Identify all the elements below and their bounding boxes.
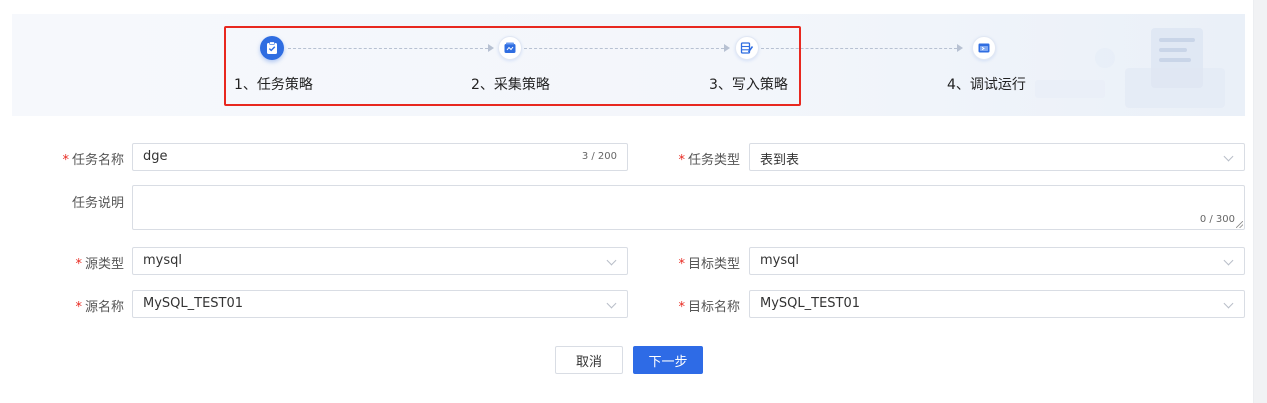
target-type-select[interactable]: mysql xyxy=(749,247,1245,275)
chevron-down-icon xyxy=(606,298,617,309)
target-type-label: * 目标类型 xyxy=(678,257,740,272)
steps-highlight-box xyxy=(224,26,801,106)
source-name-label: * 源名称 xyxy=(75,300,124,315)
source-type-label: * 源类型 xyxy=(75,257,124,272)
arrow-right-icon xyxy=(957,44,963,52)
task-type-select[interactable]: 表到表 xyxy=(749,143,1245,171)
banner-illustration xyxy=(1035,28,1225,108)
chevron-down-icon xyxy=(606,255,617,266)
target-name-select[interactable]: MySQL_TEST01 xyxy=(749,290,1245,318)
step-label-4[interactable]: 4、调试运行 xyxy=(947,74,1026,94)
debug-run-icon[interactable] xyxy=(972,36,996,60)
task-name-counter: 3 / 200 xyxy=(581,151,617,162)
task-name-value: dge xyxy=(143,149,168,164)
task-desc-counter: 0 / 300 xyxy=(1199,214,1235,225)
task-desc-textarea[interactable]: 0 / 300 xyxy=(132,185,1245,230)
task-type-value: 表到表 xyxy=(760,153,800,168)
task-name-label: * 任务名称 xyxy=(62,153,124,168)
task-type-label: * 任务类型 xyxy=(678,153,740,168)
chevron-down-icon xyxy=(1223,255,1234,266)
source-type-value: mysql xyxy=(143,253,182,268)
target-type-value: mysql xyxy=(760,253,799,268)
cancel-button[interactable]: 取消 xyxy=(555,346,623,374)
resize-handle-icon[interactable] xyxy=(1236,221,1243,228)
source-type-select[interactable]: mysql xyxy=(132,247,628,275)
chevron-down-icon xyxy=(1223,298,1234,309)
target-name-label: * 目标名称 xyxy=(678,300,740,315)
next-step-button[interactable]: 下一步 xyxy=(633,346,703,374)
target-name-value: MySQL_TEST01 xyxy=(760,296,861,311)
task-desc-label: 任务说明 xyxy=(71,196,124,211)
task-name-input[interactable]: dge 3 / 200 xyxy=(132,143,628,171)
chevron-down-icon xyxy=(1223,151,1234,162)
source-name-select[interactable]: MySQL_TEST01 xyxy=(132,290,628,318)
page-scrollbar[interactable] xyxy=(1253,0,1267,403)
source-name-value: MySQL_TEST01 xyxy=(143,296,244,311)
